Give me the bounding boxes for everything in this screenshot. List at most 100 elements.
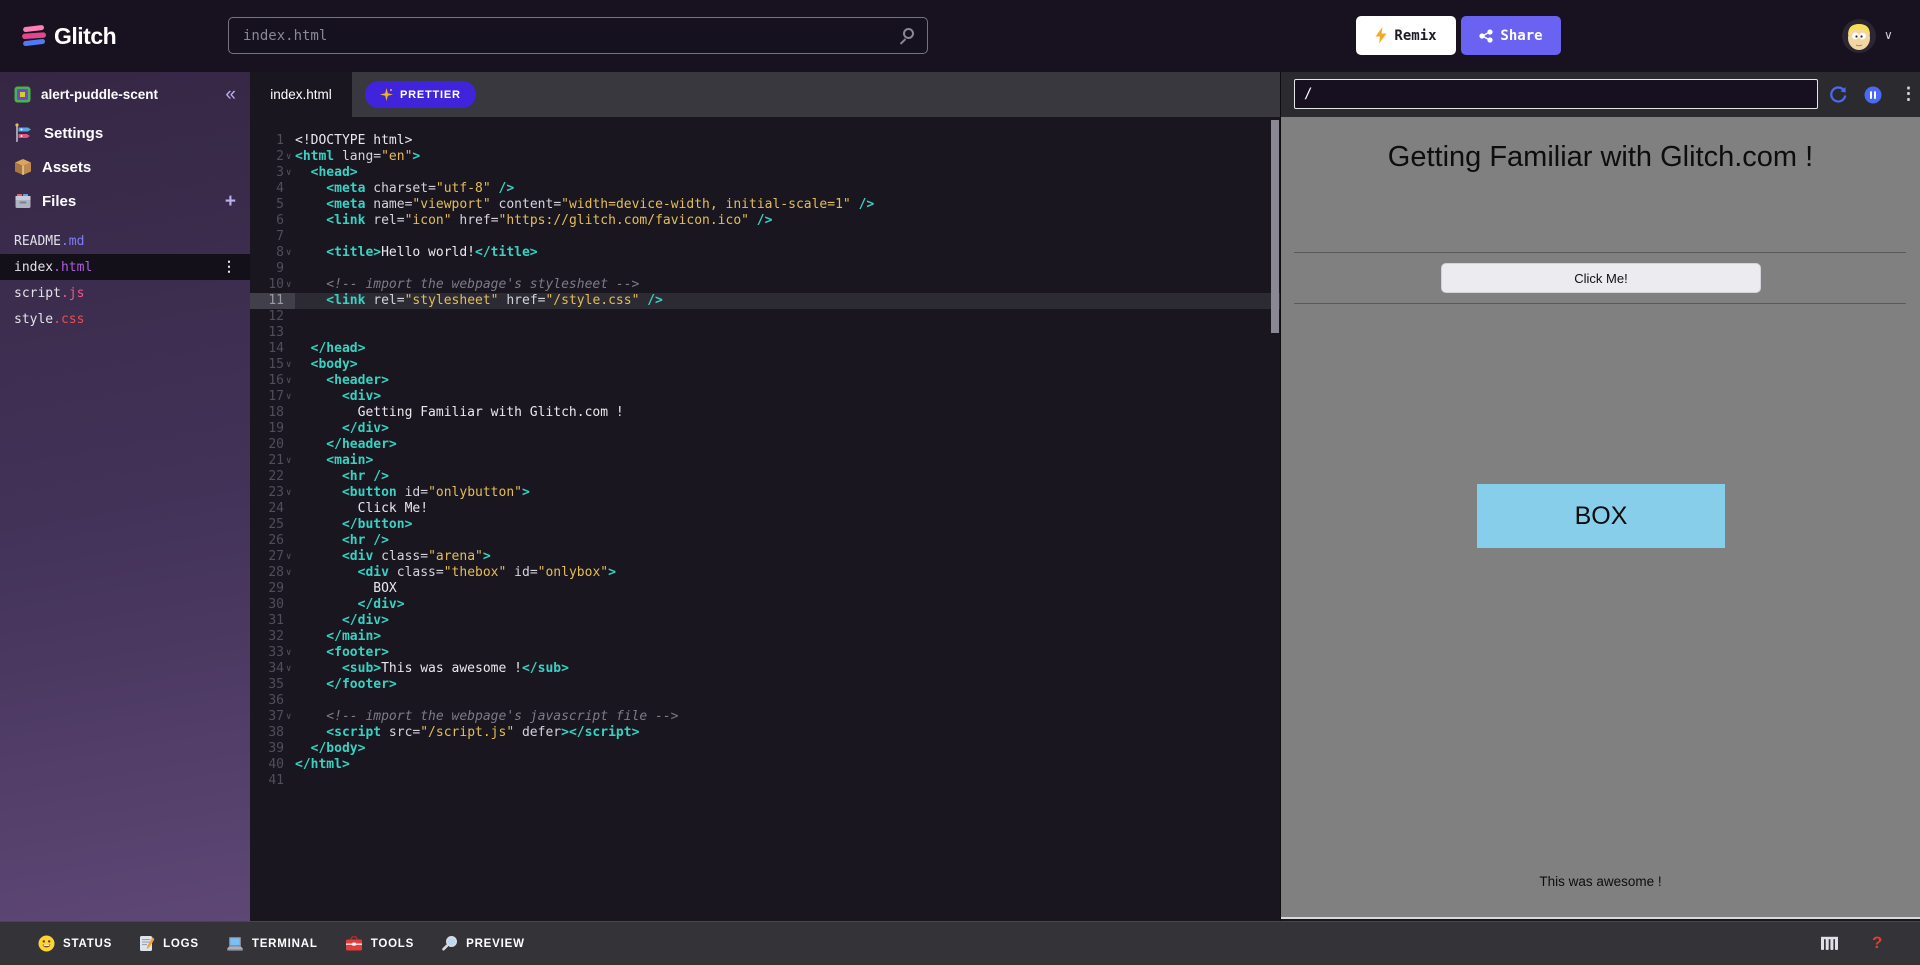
code-line[interactable]: 25 </button> [250, 517, 1280, 533]
share-button[interactable]: Share [1461, 16, 1561, 55]
code-line[interactable]: 18 Getting Familiar with Glitch.com ! [250, 405, 1280, 421]
code-line[interactable]: 26 <hr /> [250, 533, 1280, 549]
code-line[interactable]: 32 </main> [250, 629, 1280, 645]
preview-menu-kebab-icon[interactable]: ⋮ [1900, 85, 1917, 102]
project-row[interactable]: alert-puddle-scent « [0, 72, 250, 116]
line-number: 5 [250, 197, 284, 213]
collapse-sidebar-icon[interactable]: « [225, 85, 236, 104]
preview-url-input[interactable] [1294, 79, 1818, 109]
fold-caret-icon[interactable]: ∨ [284, 245, 295, 261]
search-input[interactable] [228, 17, 928, 54]
fold-caret-empty [284, 469, 295, 485]
status-button[interactable]: STATUS [38, 935, 112, 952]
code-line[interactable]: 7 [250, 229, 1280, 245]
code-line[interactable]: 2∨<html lang="en"> [250, 149, 1280, 165]
file-row-style-css[interactable]: style.css [0, 306, 250, 332]
fold-caret-icon[interactable]: ∨ [284, 165, 295, 181]
code-line[interactable]: 20 </header> [250, 437, 1280, 453]
sidebar-item-settings[interactable]: Settings [0, 116, 250, 150]
fold-caret-icon[interactable]: ∨ [284, 357, 295, 373]
file-row-index-html[interactable]: index.html ⋮ [0, 254, 250, 280]
refresh-icon[interactable] [1829, 86, 1847, 104]
file-row-script-js[interactable]: script.js [0, 280, 250, 306]
code-line[interactable]: 16∨ <header> [250, 373, 1280, 389]
fold-caret-icon[interactable]: ∨ [284, 645, 295, 661]
code-line[interactable]: 24 Click Me! [250, 501, 1280, 517]
fold-caret-icon[interactable]: ∨ [284, 389, 295, 405]
fold-caret-icon[interactable]: ∨ [284, 453, 295, 469]
code-line[interactable]: 22 <hr /> [250, 469, 1280, 485]
file-name: index [14, 260, 53, 275]
code-line[interactable]: 27∨ <div class="arena"> [250, 549, 1280, 565]
piano-keyboard-icon[interactable] [1820, 936, 1840, 952]
user-avatar[interactable] [1842, 19, 1876, 53]
code-line[interactable]: 28∨ <div class="thebox" id="onlybox"> [250, 565, 1280, 581]
code-line[interactable]: 31 </div> [250, 613, 1280, 629]
fold-caret-empty [284, 325, 295, 341]
code-line[interactable]: 5 <meta name="viewport" content="width=d… [250, 197, 1280, 213]
editor-scrollbar[interactable] [1271, 120, 1279, 333]
code-line[interactable]: 34∨ <sub>This was awesome !</sub> [250, 661, 1280, 677]
avatar-chevron-down-icon[interactable]: ∨ [1884, 28, 1893, 42]
fold-caret-icon[interactable]: ∨ [284, 709, 295, 725]
line-gutter: 9 [250, 261, 295, 277]
fold-caret-icon[interactable]: ∨ [284, 549, 295, 565]
fold-caret-icon[interactable]: ∨ [284, 565, 295, 581]
line-number: 22 [250, 469, 284, 485]
code-line[interactable]: 23∨ <button id="onlybutton"> [250, 485, 1280, 501]
code-line[interactable]: 12 [250, 309, 1280, 325]
preview-button[interactable]: PREVIEW [441, 935, 525, 952]
code-line[interactable]: 36 [250, 693, 1280, 709]
status-bar: STATUS LOGS TERMINAL [0, 921, 1920, 965]
code-line[interactable]: 39 </body> [250, 741, 1280, 757]
code-line[interactable]: 3∨ <head> [250, 165, 1280, 181]
code-line[interactable]: 1<!DOCTYPE html> [250, 133, 1280, 149]
fold-caret-empty [284, 405, 295, 421]
preview-click-me-button[interactable]: Click Me! [1441, 263, 1761, 293]
code-line[interactable]: 37∨ <!-- import the webpage's javascript… [250, 709, 1280, 725]
code-line[interactable]: 21∨ <main> [250, 453, 1280, 469]
code-line[interactable]: 11 <link rel="stylesheet" href="/style.c… [250, 293, 1280, 309]
glitch-logo[interactable]: Glitch [20, 0, 116, 72]
code-line[interactable]: 15∨ <body> [250, 357, 1280, 373]
tools-button[interactable]: TOOLS [345, 936, 414, 952]
code-text: <button id="onlybutton"> [295, 485, 530, 501]
code-line[interactable]: 30 </div> [250, 597, 1280, 613]
code-text: <meta charset="utf-8" /> [295, 181, 514, 197]
line-number: 26 [250, 533, 284, 549]
code-line[interactable]: 10∨ <!-- import the webpage's stylesheet… [250, 277, 1280, 293]
code-line[interactable]: 38 <script src="/script.js" defer></scri… [250, 725, 1280, 741]
sidebar-item-files[interactable]: Files + [0, 184, 250, 218]
logs-button[interactable]: LOGS [139, 935, 199, 952]
code-line[interactable]: 13 [250, 325, 1280, 341]
code-line[interactable]: 8∨ <title>Hello world!</title> [250, 245, 1280, 261]
code-line[interactable]: 33∨ <footer> [250, 645, 1280, 661]
terminal-button[interactable]: TERMINAL [226, 936, 318, 952]
code-line[interactable]: 9 [250, 261, 1280, 277]
remix-button[interactable]: Remix [1356, 16, 1456, 55]
pause-icon[interactable] [1864, 86, 1882, 104]
add-file-button[interactable]: + [225, 192, 236, 211]
tab-index-html[interactable]: index.html [250, 72, 352, 117]
code-line[interactable]: 29 BOX [250, 581, 1280, 597]
code-line[interactable]: 4 <meta charset="utf-8" /> [250, 181, 1280, 197]
code-line[interactable]: 35 </footer> [250, 677, 1280, 693]
code-line[interactable]: 40</html> [250, 757, 1280, 773]
code-line[interactable]: 19 </div> [250, 421, 1280, 437]
fold-caret-icon[interactable]: ∨ [284, 661, 295, 677]
help-button[interactable]: ? [1872, 933, 1882, 953]
file-row-readme[interactable]: README.md [0, 228, 250, 254]
sidebar-item-assets[interactable]: Assets [0, 150, 250, 184]
fold-caret-icon[interactable]: ∨ [284, 277, 295, 293]
fold-caret-icon[interactable]: ∨ [284, 485, 295, 501]
line-number: 21 [250, 453, 284, 469]
file-options-kebab-icon[interactable]: ⋮ [222, 259, 236, 275]
prettier-button[interactable]: PRETTIER [365, 81, 476, 108]
code-line[interactable]: 14 </head> [250, 341, 1280, 357]
fold-caret-icon[interactable]: ∨ [284, 149, 295, 165]
code-line[interactable]: 6 <link rel="icon" href="https://glitch.… [250, 213, 1280, 229]
code-line[interactable]: 17∨ <div> [250, 389, 1280, 405]
code-line[interactable]: 41 [250, 773, 1280, 789]
fold-caret-empty [284, 437, 295, 453]
fold-caret-icon[interactable]: ∨ [284, 373, 295, 389]
